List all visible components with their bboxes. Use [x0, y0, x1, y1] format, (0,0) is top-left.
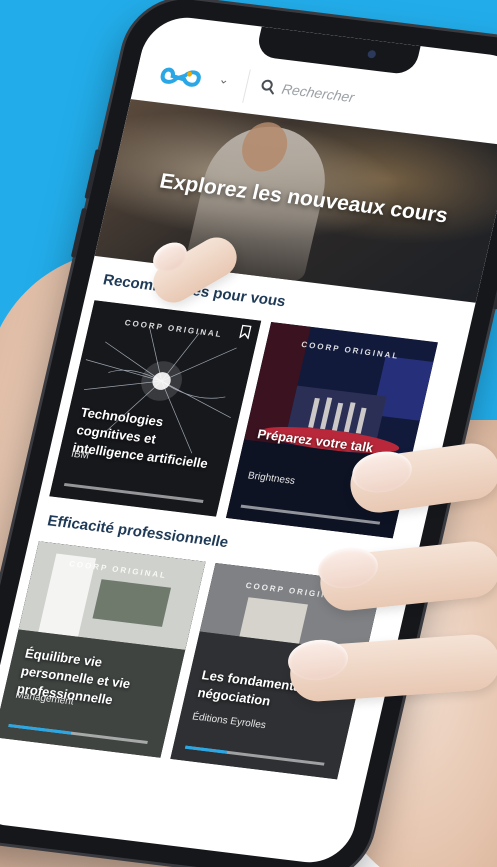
- course-card-ai[interactable]: COORP ORIGINAL Technologies cognitives e…: [49, 300, 262, 517]
- infinity-logo-icon[interactable]: [156, 61, 214, 95]
- chevron-down-icon[interactable]: ⌄: [217, 72, 236, 90]
- card-provider: IBM: [69, 448, 91, 462]
- header-divider: [242, 69, 251, 103]
- page: ⌄ Explorez les nouveaux cours Recommandé…: [0, 0, 497, 867]
- course-card-balance[interactable]: COORP ORIGINAL Équilibre vie personnelle…: [0, 541, 206, 758]
- card-progress-fill: [240, 504, 242, 508]
- side-button: [492, 220, 497, 310]
- search-input[interactable]: [279, 77, 484, 124]
- card-progress-fill: [63, 482, 65, 486]
- camera-icon: [366, 49, 377, 59]
- search-icon[interactable]: [259, 78, 278, 96]
